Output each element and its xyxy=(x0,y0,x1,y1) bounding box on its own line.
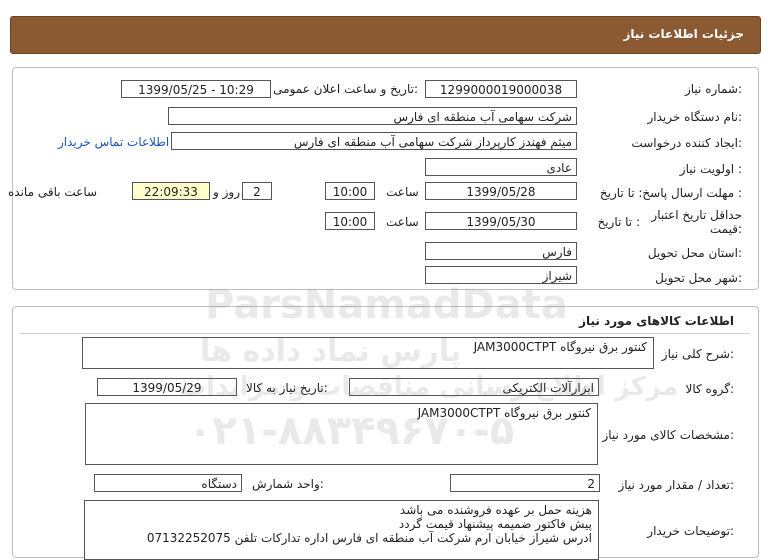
validity-time-field: 10:00 xyxy=(325,212,375,230)
buyer-contact-link[interactable]: اطلاعات تماس خریدار xyxy=(58,135,169,149)
remaining-time-label: ساعت باقی مانده xyxy=(8,185,98,199)
buyer-notes-label: توضیحات خریدار: xyxy=(647,524,734,538)
province-label: استان محل تحویل: xyxy=(647,246,742,260)
buyer-org-label: نام دستگاه خریدار: xyxy=(647,110,743,124)
validity-to-label: تا تاریخ : xyxy=(597,215,640,229)
page-header: جزئیات اطلاعات نیاز xyxy=(10,16,761,54)
validity-label: حداقل تاریخ اعتبار قیمت: xyxy=(651,208,742,236)
spec-label: مشخصات کالای مورد نیاز: xyxy=(602,428,734,442)
need-date-label: تاریخ نیاز به کالا: xyxy=(246,381,328,395)
buyer-note-line: پیش فاکتور ضمیمه پیشنهاد قیمت گردد xyxy=(398,517,592,531)
buyer-notes-field: هزینه حمل بر عهده فروشنده می باشد پیش فا… xyxy=(84,500,599,560)
deadline-time-label: ساعت xyxy=(386,185,419,199)
unit-field: دستگاه xyxy=(94,474,242,492)
deadline-date-field: 1399/05/28 xyxy=(425,182,577,200)
need-number-label: شماره نیاز: xyxy=(684,82,742,96)
buyer-note-line: هزینه حمل بر عهده فروشنده می باشد xyxy=(399,503,592,517)
remaining-time-field: 22:09:33 xyxy=(132,182,210,200)
city-label: شهر محل تحویل: xyxy=(655,271,742,285)
deadline-time-field: 10:00 xyxy=(325,182,375,200)
spec-field: کنتور برق نیروگاه JAM3000CTPT xyxy=(85,403,598,465)
goods-group-field: ابزارآلات الکتریکی xyxy=(349,378,599,396)
unit-label: واحد شمارش: xyxy=(252,477,324,491)
buyer-note-line: ادرس شیراز خیابان ارم شرکت آب منطقه ای ف… xyxy=(146,531,592,545)
province-field: فارس xyxy=(425,242,577,260)
days-remaining-field: 2 xyxy=(242,182,272,200)
buyer-org-field: شرکت سهامی آب منطقه ای فارس xyxy=(168,107,577,125)
days-label: روز و xyxy=(213,185,240,199)
announce-field: 1399/05/25 - 10:29 xyxy=(121,80,271,98)
quantity-label: تعداد / مقدار مورد نیاز: xyxy=(618,478,734,492)
priority-label: اولویت نیاز : xyxy=(679,162,742,176)
general-desc-field: کنتور برق نیروگاه JAM3000CTPT xyxy=(82,337,654,369)
requester-label: ایجاد کننده درخواست: xyxy=(631,136,742,150)
validity-time-label: ساعت xyxy=(386,215,419,229)
quantity-field: 2 xyxy=(450,474,600,492)
deadline-label: مهلت ارسال پاسخ: تا تاریخ : xyxy=(599,186,742,200)
announce-label: تاریخ و ساعت اعلان عمومی: xyxy=(273,82,418,96)
goods-section-divider xyxy=(20,333,750,334)
general-desc-label: شرح کلی نیاز: xyxy=(661,347,734,361)
need-date-field: 1399/05/29 xyxy=(97,378,237,396)
goods-group-label: گروه کالا: xyxy=(685,382,735,396)
city-field: شیراز xyxy=(425,266,577,284)
page-title: جزئیات اطلاعات نیاز xyxy=(623,27,744,41)
goods-section-title: اطلاعات کالاهای مورد نیاز xyxy=(579,314,734,328)
need-number-field: 1299000019000038 xyxy=(425,80,577,98)
validity-date-field: 1399/05/30 xyxy=(425,212,577,230)
requester-field: میثم فهندز کارپرداز شرکت سهامی آب منطقه … xyxy=(171,132,577,150)
priority-field: عادی xyxy=(425,158,577,176)
